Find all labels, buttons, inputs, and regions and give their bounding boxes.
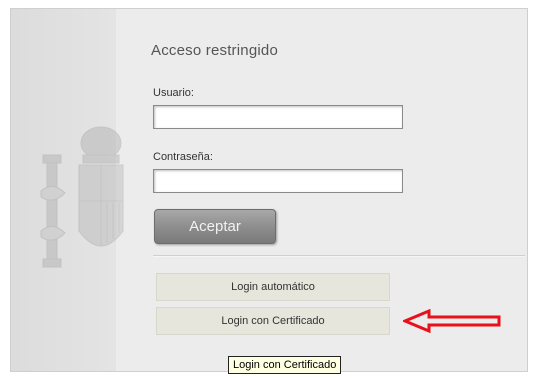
divider bbox=[153, 255, 525, 257]
username-field[interactable] bbox=[153, 105, 403, 129]
password-label: Contraseña: bbox=[153, 151, 213, 163]
coat-of-arms-icon bbox=[40, 126, 124, 268]
accept-button[interactable]: Aceptar bbox=[154, 209, 276, 244]
page-title: Acceso restringido bbox=[151, 42, 278, 59]
automatic-login-button[interactable]: Login automático bbox=[156, 273, 390, 301]
password-field[interactable] bbox=[153, 169, 403, 193]
certificate-login-button[interactable]: Login con Certificado bbox=[156, 307, 390, 335]
tooltip: Login con Certificado bbox=[228, 356, 342, 374]
username-label: Usuario: bbox=[153, 87, 194, 99]
login-panel: Acceso restringido Usuario: Contraseña: … bbox=[10, 8, 528, 374]
left-arrow-icon bbox=[403, 309, 501, 333]
